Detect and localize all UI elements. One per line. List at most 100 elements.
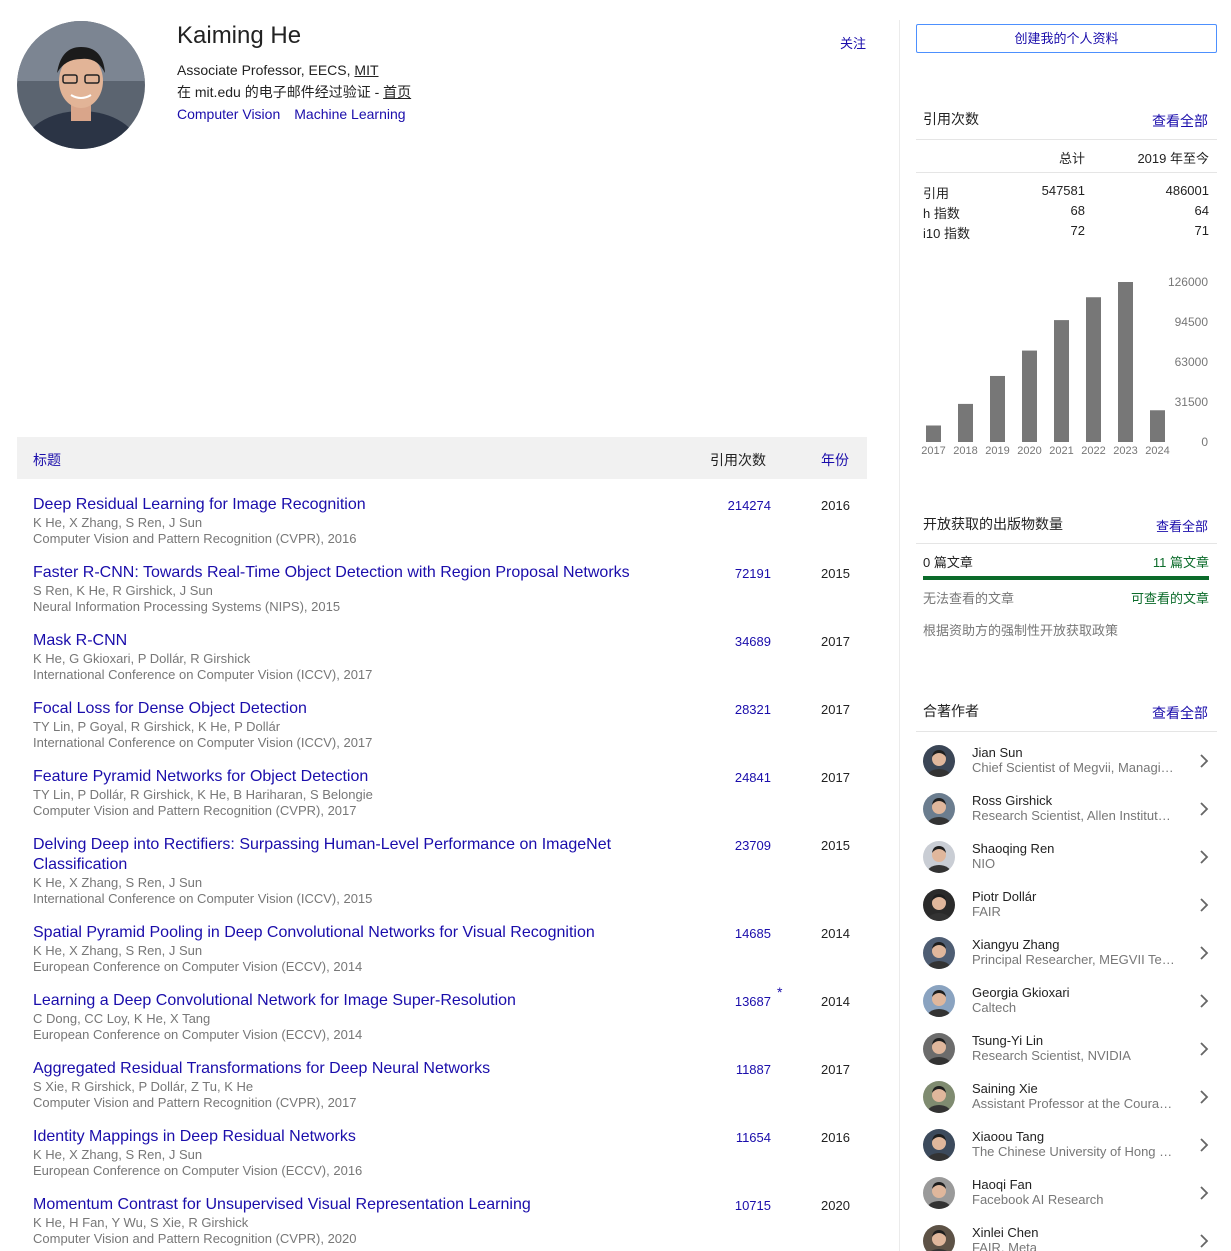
chart-bar[interactable] (958, 403, 973, 442)
chevron-right-icon[interactable] (1197, 1184, 1211, 1202)
publication-citations-link[interactable]: 23709 (735, 838, 771, 853)
coauthor-item[interactable]: Piotr Dollár FAIR (916, 881, 1217, 929)
publication-year: 2016 (821, 1130, 850, 1145)
affiliation-link[interactable]: MIT (354, 62, 378, 78)
coauthor-item[interactable]: Georgia Gkioxari Caltech (916, 977, 1217, 1025)
publication-citations-link[interactable]: 28321 (735, 702, 771, 717)
publication-citations-link[interactable]: 11654 (736, 1130, 771, 1145)
coauthors-view-all-link[interactable]: 查看全部 (1152, 703, 1208, 723)
coauthor-item[interactable]: Haoqi Fan Facebook AI Research (916, 1169, 1217, 1217)
open-access-view-all-link[interactable]: 查看全部 (1156, 516, 1208, 535)
sort-by-year[interactable]: 年份 (821, 450, 849, 470)
chevron-right-icon[interactable] (1197, 1088, 1211, 1106)
coauthor-item[interactable]: Shaoqing Ren NIO (916, 833, 1217, 881)
coauthor-item[interactable]: Ross Girshick Research Scientist, Allen I… (916, 785, 1217, 833)
homepage-link[interactable]: 首页 (383, 84, 411, 100)
citations-view-all-link[interactable]: 查看全部 (1152, 111, 1208, 131)
coauthor-affiliation: Research Scientist, Allen Institute for … (972, 808, 1176, 823)
chevron-right-icon[interactable] (1197, 944, 1211, 962)
coauthor-item[interactable]: Jian Sun Chief Scientist of Megvii, Manag… (916, 737, 1217, 785)
coauthor-name-link[interactable]: Shaoqing Ren (972, 841, 1054, 856)
chart-bar[interactable] (1086, 297, 1101, 442)
sort-by-title[interactable]: 标题 (33, 450, 61, 470)
coauthor-avatar[interactable] (923, 889, 955, 921)
merged-citations-star[interactable]: * (777, 984, 782, 1000)
publication-citations-link[interactable]: 214274 (728, 498, 771, 513)
publication-citations-link[interactable]: 72191 (735, 566, 771, 581)
oa-unavailable-label[interactable]: 无法查看的文章 (923, 588, 1014, 607)
chevron-right-icon[interactable] (1197, 1040, 1211, 1058)
coauthor-name-link[interactable]: Xiangyu Zhang (972, 937, 1059, 952)
create-profile-button[interactable]: 创建我的个人资料 (916, 24, 1217, 53)
publication-title-link[interactable]: Mask R-CNN (33, 631, 653, 651)
chevron-right-icon[interactable] (1197, 848, 1211, 866)
publication-citations-link[interactable]: 13687 (735, 994, 771, 1009)
publication-title-link[interactable]: Momentum Contrast for Unsupervised Visua… (33, 1195, 653, 1215)
publication-citations-link[interactable]: 14685 (735, 926, 771, 941)
coauthor-avatar[interactable] (923, 1081, 955, 1113)
coauthor-name-link[interactable]: Ross Girshick (972, 793, 1052, 808)
publication-title-link[interactable]: Deep Residual Learning for Image Recogni… (33, 495, 653, 515)
publication-title-link[interactable]: Learning a Deep Convolutional Network fo… (33, 991, 653, 1011)
publication-title-link[interactable]: Feature Pyramid Networks for Object Dete… (33, 767, 653, 787)
sidebar-divider (899, 20, 900, 1251)
oa-unavailable-count[interactable]: 0 篇文章 (923, 552, 973, 571)
coauthor-name-link[interactable]: Piotr Dollár (972, 889, 1036, 904)
chart-bar[interactable] (926, 425, 941, 442)
coauthor-item[interactable]: Saining Xie Assistant Professor at the Co… (916, 1073, 1217, 1121)
coauthor-name-link[interactable]: Georgia Gkioxari (972, 985, 1070, 1000)
publication-citations-link[interactable]: 11887 (736, 1062, 771, 1077)
chevron-right-icon[interactable] (1197, 896, 1211, 914)
interest-link[interactable]: Computer Vision (177, 106, 280, 122)
oa-available-count[interactable]: 11 篇文章 (1153, 552, 1209, 571)
publication-title-link[interactable]: Faster R-CNN: Towards Real-Time Object D… (33, 563, 653, 583)
coauthor-name-link[interactable]: Xinlei Chen (972, 1225, 1039, 1240)
chevron-right-icon[interactable] (1197, 800, 1211, 818)
table-row: Identity Mappings in Deep Residual Netwo… (17, 1127, 867, 1187)
chevron-right-icon[interactable] (1197, 1136, 1211, 1154)
coauthor-avatar[interactable] (923, 745, 955, 777)
coauthor-avatar[interactable] (923, 793, 955, 825)
coauthor-avatar[interactable] (923, 1225, 955, 1251)
chart-bar[interactable] (1150, 410, 1165, 442)
coauthor-item[interactable]: Xiangyu Zhang Principal Researcher, MEGVI… (916, 929, 1217, 977)
profile-affiliation: Associate Professor, EECS, MIT (177, 62, 379, 78)
publication-title-link[interactable]: Delving Deep into Rectifiers: Surpassing… (33, 835, 653, 875)
chart-bar[interactable] (1118, 282, 1133, 442)
coauthor-item[interactable]: Xinlei Chen FAIR, Meta (916, 1217, 1217, 1251)
coauthor-avatar[interactable] (923, 1033, 955, 1065)
oa-available-label[interactable]: 可查看的文章 (1131, 588, 1209, 607)
table-row: Spatial Pyramid Pooling in Deep Convolut… (17, 923, 867, 983)
coauthor-name-link[interactable]: Xiaoou Tang (972, 1129, 1044, 1144)
publication-citations-link[interactable]: 34689 (735, 634, 771, 649)
publication-venue: International Conference on Computer Vis… (33, 735, 373, 750)
chart-bar[interactable] (990, 375, 1005, 442)
coauthor-avatar[interactable] (923, 985, 955, 1017)
coauthor-avatar[interactable] (923, 841, 955, 873)
coauthor-name-link[interactable]: Haoqi Fan (972, 1177, 1032, 1192)
sort-by-citations[interactable]: 引用次数 (710, 450, 766, 470)
publication-title-link[interactable]: Aggregated Residual Transformations for … (33, 1059, 653, 1079)
publication-year: 2017 (821, 702, 850, 717)
coauthor-avatar[interactable] (923, 1177, 955, 1209)
chart-bar[interactable] (1022, 350, 1037, 442)
chevron-right-icon[interactable] (1197, 1232, 1211, 1250)
coauthor-avatar[interactable] (923, 1129, 955, 1161)
coauthor-affiliation: FAIR, Meta (972, 1240, 1038, 1251)
coauthor-item[interactable]: Xiaoou Tang The Chinese University of Hon… (916, 1121, 1217, 1169)
interest-link[interactable]: Machine Learning (294, 106, 405, 122)
chevron-right-icon[interactable] (1197, 752, 1211, 770)
coauthor-item[interactable]: Tsung-Yi Lin Research Scientist, NVIDIA (916, 1025, 1217, 1073)
coauthor-name-link[interactable]: Saining Xie (972, 1081, 1038, 1096)
publication-title-link[interactable]: Focal Loss for Dense Object Detection (33, 699, 653, 719)
publication-citations-link[interactable]: 10715 (735, 1198, 771, 1213)
chart-bar[interactable] (1054, 320, 1069, 442)
chevron-right-icon[interactable] (1197, 992, 1211, 1010)
coauthor-name-link[interactable]: Jian Sun (972, 745, 1023, 760)
publication-title-link[interactable]: Identity Mappings in Deep Residual Netwo… (33, 1127, 653, 1147)
follow-button[interactable]: 关注 (840, 33, 866, 52)
coauthor-avatar[interactable] (923, 937, 955, 969)
publication-citations-link[interactable]: 24841 (735, 770, 771, 785)
publication-title-link[interactable]: Spatial Pyramid Pooling in Deep Convolut… (33, 923, 653, 943)
coauthor-name-link[interactable]: Tsung-Yi Lin (972, 1033, 1043, 1048)
